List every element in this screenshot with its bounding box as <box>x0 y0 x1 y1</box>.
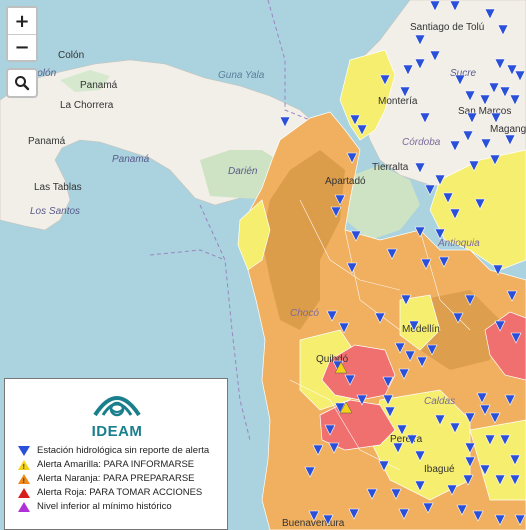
label-antioquia: Antioquia <box>437 238 480 249</box>
label-medellin: Medellín <box>402 324 440 335</box>
zoom-out-button[interactable]: − <box>8 34 36 60</box>
label-la-chorrera: La Chorrera <box>60 100 114 111</box>
label-choco: Chocó <box>290 308 319 319</box>
label-monteria: Montería <box>378 96 418 107</box>
search-icon <box>15 76 30 91</box>
legend-label: Estación hidrológica sin reporte de aler… <box>37 445 210 456</box>
label-colon: Colón <box>58 50 84 61</box>
purple-triangle-icon <box>18 502 30 512</box>
legend-label: Alerta Roja: PARA TOMAR ACCIONES <box>37 487 203 498</box>
label-quibdo: Quibdó <box>316 354 349 365</box>
ideam-logo: IDEAM <box>85 385 149 443</box>
label-magangue: Magang <box>490 124 526 135</box>
ideam-logo-icon <box>93 396 141 417</box>
svg-text:!: ! <box>23 478 25 485</box>
label-caldas: Caldas <box>424 396 455 407</box>
ideam-logo-text: IDEAM <box>91 423 143 440</box>
label-panama-city: Panamá <box>80 80 118 91</box>
blue-triangle-icon <box>18 446 30 456</box>
label-san-marcos: San Marcos <box>458 106 511 117</box>
legend-items: Estación hidrológica sin reporte de aler… <box>15 445 225 515</box>
label-apartado: Apartadó <box>325 176 366 187</box>
legend-label: Alerta Amarilla: PARA INFORMARSE <box>37 459 195 470</box>
label-santiago-tolu: Santiago de Tolú <box>410 22 484 33</box>
legend-label: Alerta Naranja: PARA PREPARARSE <box>37 473 195 484</box>
legend-label: Nivel inferior al mínimo histórico <box>37 501 172 512</box>
red-triangle-icon <box>18 488 30 498</box>
label-cordoba: Córdoba <box>402 137 441 148</box>
label-darien: Darién <box>228 166 258 177</box>
search-button[interactable] <box>6 68 38 98</box>
label-panama-prov2: Panamá <box>112 154 150 165</box>
label-tierralta: Tierralta <box>372 162 409 173</box>
orange-triangle-icon: ! <box>18 474 30 485</box>
svg-text:!: ! <box>23 464 25 471</box>
label-ibague: Ibagué <box>424 464 455 475</box>
zoom-control: + − <box>6 6 38 62</box>
legend-panel: IDEAM Estación hidrológica sin reporte d… <box>4 378 228 530</box>
label-los-santos: Los Santos <box>30 206 80 217</box>
label-las-tablas: Las Tablas <box>34 182 82 193</box>
label-panama-prov: Panamá <box>28 136 66 147</box>
legend-item-orange: ! Alerta Naranja: PARA PREPARARSE <box>15 473 225 485</box>
legend-item-yellow: ! Alerta Amarilla: PARA INFORMARSE <box>15 459 225 471</box>
legend-item-no-alert: Estación hidrológica sin reporte de aler… <box>15 445 225 456</box>
legend-item-purple: Nivel inferior al mínimo histórico <box>15 501 225 512</box>
legend-item-red: Alerta Roja: PARA TOMAR ACCIONES <box>15 487 225 498</box>
label-guna-yala: Guna Yala <box>218 70 265 81</box>
zoom-in-button[interactable]: + <box>8 8 36 34</box>
yellow-triangle-icon: ! <box>18 460 30 471</box>
